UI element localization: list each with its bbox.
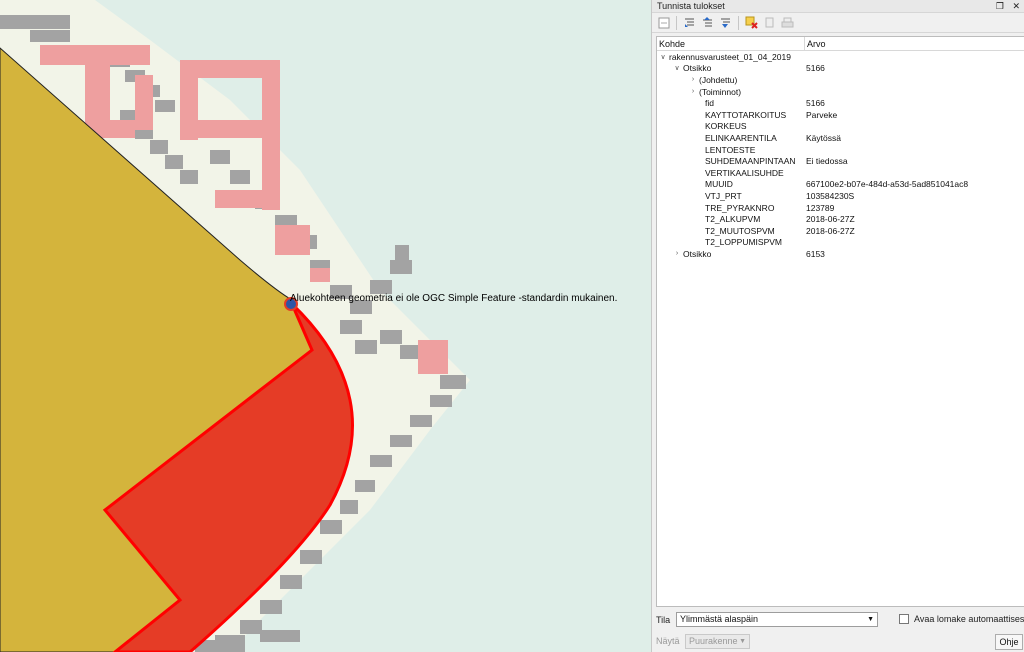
attribute-row[interactable]: fid 5166 [657,97,1024,109]
tree-row-layer[interactable]: ∨ rakennusvarusteet_01_04_2019 [657,51,1024,63]
mode-select[interactable]: Ylimmästä alaspäin ▼ [676,612,878,627]
chevron-right-icon[interactable]: › [673,250,681,257]
view-select[interactable]: Puurakenne ▼ [685,634,750,649]
collapse-tree-icon[interactable] [682,15,697,30]
attribute-key: fid [705,98,714,109]
feature-value: 6153 [806,248,825,259]
attribute-row[interactable]: VERTIKAALISUHDE [657,167,1024,179]
column-header-feature[interactable]: Kohde [657,37,805,50]
attribute-row[interactable]: T2_ALKUPVM 2018-06-27Z [657,213,1024,225]
group-name: (Johdettu) [699,74,738,85]
expand-tree-icon[interactable] [656,15,671,30]
attribute-row[interactable]: MUUID 667100e2-b07e-484d-a53d-5ad851041ac… [657,179,1024,191]
attribute-value: 2018-06-27Z [806,214,855,225]
attribute-row[interactable]: VTJ_PRT 103584230S [657,190,1024,202]
view-label: Näytä [656,636,680,646]
attribute-row[interactable]: KORKEUS [657,121,1024,133]
chevron-down-icon: ▼ [739,638,746,645]
chevron-down-icon[interactable]: ∨ [659,53,667,61]
attribute-row[interactable]: TRE_PYRAKNRO 123789 [657,202,1024,214]
close-icon[interactable]: ✕ [1012,1,1020,11]
restore-icon[interactable]: ❐ [996,1,1004,11]
group-name: (Toiminnot) [699,86,742,97]
attribute-key: ELINKAARENTILA [705,132,777,143]
attribute-value: 667100e2-b07e-484d-a53d-5ad851041ac8 [806,179,969,190]
auto-open-checkbox[interactable] [899,614,909,624]
print-icon[interactable] [780,15,795,30]
expand-all-icon[interactable] [700,15,715,30]
tree-row-feature[interactable]: › Otsikko 6153 [657,248,1024,260]
attribute-value: 103584230S [806,190,855,201]
map-canvas[interactable]: Aluekohteen geometria ei ole OGC Simple … [0,0,651,652]
tree-row-group[interactable]: › (Toiminnot) [657,86,1024,98]
attribute-row[interactable]: SUHDEMAANPINTAAN Ei tiedossa [657,155,1024,167]
feature-name: Otsikko [683,63,712,74]
chevron-right-icon[interactable]: › [689,76,697,83]
attribute-key: MUUID [705,179,733,190]
attribute-key: TRE_PYRAKNRO [705,202,775,213]
results-tree-header: Kohde Arvo [657,37,1024,51]
attribute-key: T2_ALKUPVM [705,214,761,225]
attribute-value: Ei tiedossa [806,156,848,167]
mode-label: Tila [656,615,671,625]
attribute-key: VERTIKAALISUHDE [705,167,784,178]
view-row: Näytä Puurakenne ▼ Ohje [656,634,1024,650]
attribute-row[interactable]: LENTOESTE [657,144,1024,156]
mode-row: Tila Ylimmästä alaspäin ▼ Avaa lomake au… [656,611,1024,629]
attribute-key: LENTOESTE [705,144,756,155]
geometry-warning-tooltip: Aluekohteen geometria ei ole OGC Simple … [290,293,618,304]
feature-value: 5166 [806,63,825,74]
panel-title-bar: Tunnista tulokset ❐ ✕ [652,0,1024,13]
attribute-value: Parveke [806,109,838,120]
results-tree[interactable]: Kohde Arvo ∨ rakennusvarusteet_01_04_201… [656,36,1024,607]
chevron-down-icon[interactable]: ∨ [673,64,681,72]
identify-toolbar [652,13,1024,33]
attribute-key: KAYTTOTARKOITUS [705,109,787,120]
attribute-key: SUHDEMAANPINTAAN [705,156,796,167]
map-layers [0,0,470,652]
attribute-key: KORKEUS [705,121,747,132]
identify-results-panel: Tunnista tulokset ❐ ✕ Kohde Arvo ∨ raken… [651,0,1024,652]
attribute-value: Käytössä [806,132,841,143]
feature-name: Otsikko [683,248,712,259]
chevron-down-icon: ▼ [867,616,874,623]
auto-open-label: Avaa lomake automaattisesti [914,614,1024,624]
mode-select-value: Ylimmästä alaspäin [680,614,759,624]
attribute-value: 2018-06-27Z [806,225,855,236]
attribute-key: VTJ_PRT [705,190,742,201]
attribute-value: 5166 [806,98,825,109]
clear-results-icon[interactable] [744,15,759,30]
view-select-value: Puurakenne [689,636,738,646]
collapse-all-icon[interactable] [718,15,733,30]
column-header-value[interactable]: Arvo [805,37,826,50]
tree-row-feature[interactable]: ∨ Otsikko 5166 [657,63,1024,75]
attribute-row[interactable]: T2_MUUTOSPVM 2018-06-27Z [657,225,1024,237]
tree-row-group[interactable]: › (Johdettu) [657,74,1024,86]
attribute-value: 123789 [806,202,835,213]
attribute-row[interactable]: ELINKAARENTILA Käytössä [657,132,1024,144]
copy-feature-icon[interactable] [762,15,777,30]
attribute-key: T2_MUUTOSPVM [705,225,775,236]
attribute-row[interactable]: T2_LOPPUMISPVM [657,237,1024,249]
attribute-row[interactable]: KAYTTOTARKOITUS Parveke [657,109,1024,121]
layer-name: rakennusvarusteet_01_04_2019 [669,51,791,62]
panel-title: Tunnista tulokset [657,1,725,11]
chevron-right-icon[interactable]: › [689,88,697,95]
help-button[interactable]: Ohje [995,634,1023,650]
attribute-key: T2_LOPPUMISPVM [705,237,782,248]
